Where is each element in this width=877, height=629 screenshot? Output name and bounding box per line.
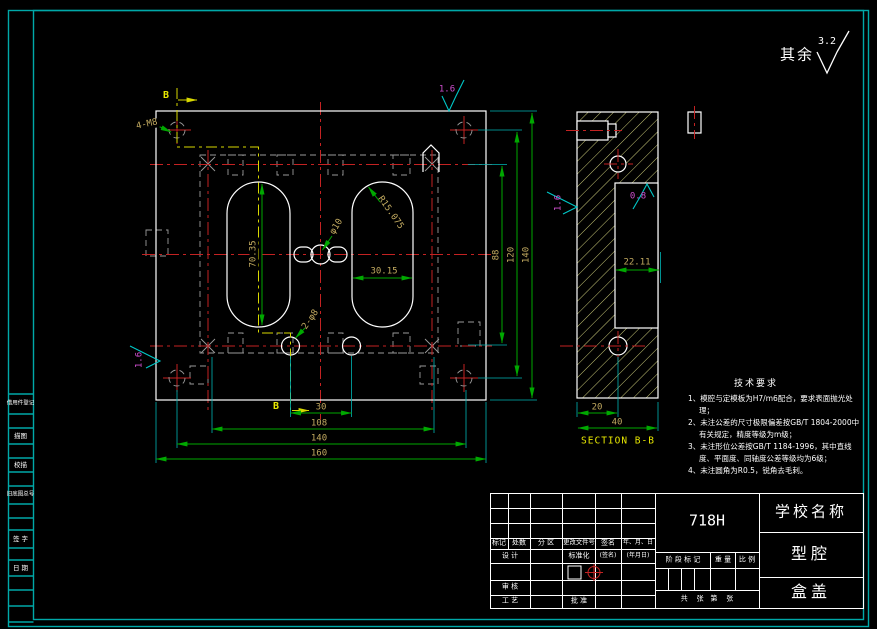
cavity-width-dim: 22.11 [622, 257, 652, 268]
tech-note-item: 1、模腔与定模板为H7/m6配合，要求表面抛光处理； [688, 394, 853, 415]
tech-note-item: 2、未注公差的尺寸极限偏差按GB/T 1804-2000中有关规定，精度等级为m… [688, 418, 860, 439]
qiyu-label: 其余 [779, 45, 815, 64]
extension-lines [155, 110, 537, 463]
dim-30: 30 [314, 402, 328, 413]
stage-header: 阶 段 标 记 [665, 555, 701, 564]
rev-header-docno: 更改文件号 [563, 538, 595, 546]
rev-header-zone: 分 区 [537, 538, 555, 547]
plan-view-geometry [129, 79, 537, 463]
projection-symbol [567, 564, 603, 581]
roughness-1-6-left: 1.6 [134, 351, 145, 369]
role-design: 设 计 [501, 551, 519, 560]
material-label: 718H [688, 511, 726, 530]
dim-140-bottom: 140 [309, 433, 329, 444]
role-standardization: 标准化 [568, 551, 590, 560]
cavity-pocket [614, 182, 659, 329]
dim-140-right: 140 [521, 245, 532, 265]
rev-header-count: 处数 [512, 538, 526, 547]
margin-strip-dividers [8, 393, 34, 623]
role-process: 工 艺 [501, 596, 519, 605]
dim-108: 108 [309, 418, 329, 429]
strip-old-drawing-no: 旧底图总号 [6, 491, 35, 498]
qiyu-roughness-value: 3.2 [817, 36, 837, 47]
roughness-1-6-top: 1.6 [438, 84, 456, 95]
dim-88: 88 [491, 248, 502, 262]
strip-borrow-record: 借用件登记 [6, 400, 35, 407]
tech-note-item: 4、未注圆角为R0.5，锐角去毛刺。 [688, 466, 808, 475]
tech-notes-title: 技术要求 [733, 379, 778, 389]
dim-40: 40 [610, 417, 624, 428]
part-name: 型腔 [790, 544, 832, 563]
rev-header-date: 年、月、日 [622, 539, 654, 546]
role-check: 审 核 [501, 582, 519, 591]
section-mark-bottom: B [272, 401, 280, 412]
scale-header: 比 例 [738, 555, 756, 564]
sheet-frame [7, 9, 870, 628]
roughness-1-6-section: 1.6 [553, 194, 564, 212]
rev-header-sign: 签名 [601, 538, 615, 547]
section-mark-top: B [162, 90, 170, 101]
school-name: 学校名称 [774, 502, 848, 521]
keyway-tab [422, 144, 440, 172]
dim-120: 120 [506, 245, 517, 265]
dim-20: 20 [590, 402, 604, 413]
strip-date: 日 期 [12, 563, 29, 572]
weight-header: 重 量 [714, 555, 732, 564]
section-view-geometry [546, 106, 702, 431]
strip-signature: 签 字 [12, 534, 29, 543]
roughness-0-8-cavity: 0.8 [629, 191, 647, 202]
rev-header-mark: 标记 [492, 538, 506, 547]
product-name: 盒盖 [790, 582, 832, 601]
slot-width-dim: 30.15 [369, 266, 399, 277]
tech-note-item: 3、未注形位公差按GB/T 1184-1996，其中直线度、平面度、同轴度公差等… [688, 442, 852, 463]
cad-drawing-canvas: 其余 3.2 4-M8 B B 70.35 φ10 R15.075 30.15 … [0, 0, 877, 629]
section-caption: SECTION B-B [581, 435, 655, 447]
section-cutting-line [176, 88, 310, 414]
role-date: (年月日) [626, 552, 650, 559]
sheet-count-label: 共 张 第 张 [680, 594, 734, 603]
strip-trace-check: 校描 [14, 460, 27, 469]
role-approve: 批 准 [570, 596, 588, 605]
technical-requirements: 技术要求 1、模腔与定模板为H7/m6配合，要求表面抛光处理； 2、未注公差的尺… [688, 376, 864, 478]
roughness-symbols-plan [129, 79, 465, 369]
dim-160: 160 [309, 448, 329, 459]
slot-length-dim: 70.35 [248, 239, 259, 269]
strip-tracing: 描图 [14, 431, 27, 440]
role-signature: (签名) [599, 552, 617, 559]
